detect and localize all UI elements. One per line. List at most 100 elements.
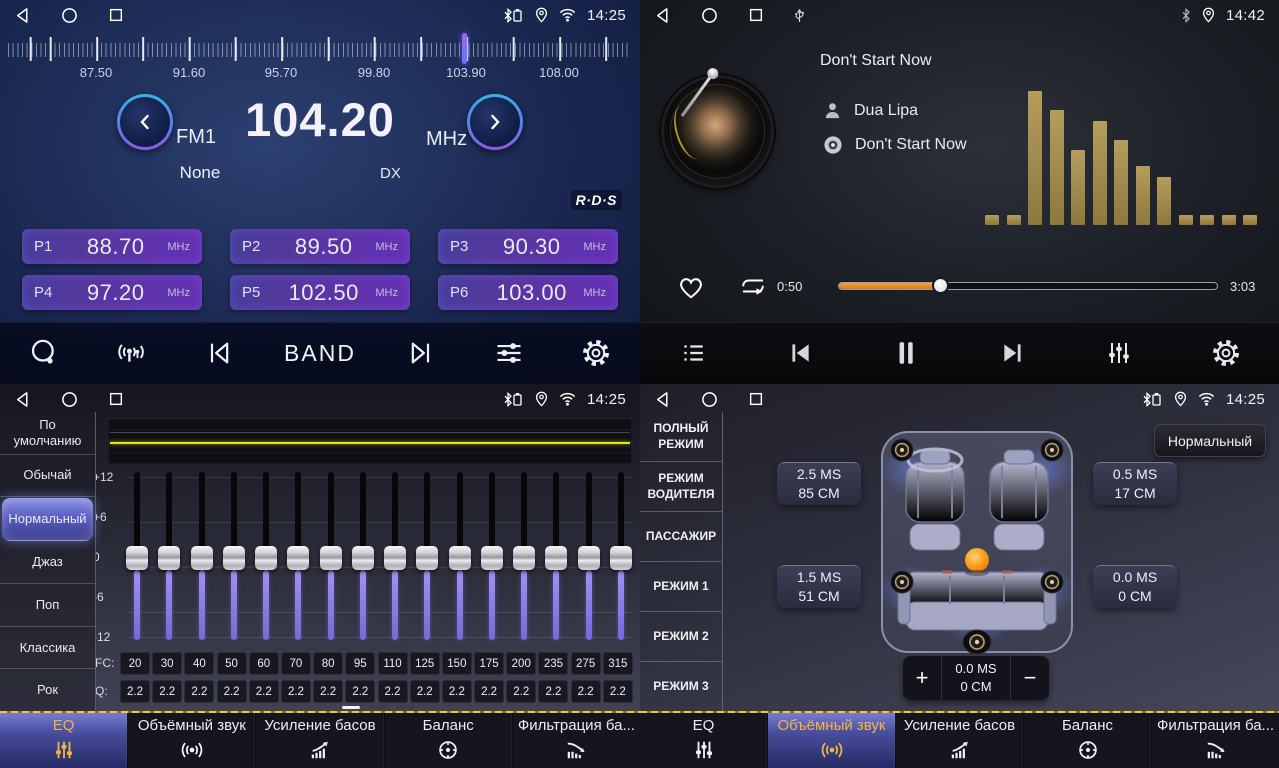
eq-band-slider[interactable] — [610, 472, 632, 644]
home-button[interactable] — [701, 391, 718, 408]
tab-surround[interactable]: Объёмный звук — [128, 713, 256, 768]
frequency-ruler[interactable] — [8, 36, 630, 62]
eq-band-slider[interactable] — [287, 472, 309, 644]
eq-band-fc[interactable]: 95 — [345, 652, 375, 675]
dx-mode-label[interactable]: DX — [380, 165, 401, 182]
delay-rear-left[interactable]: 1.5 MS 51 CM — [777, 565, 861, 608]
eq-band-fc[interactable]: 235 — [538, 652, 568, 675]
previous-track-button[interactable] — [778, 340, 822, 366]
broadcast-antenna-button[interactable] — [109, 339, 153, 367]
eq-band-slider[interactable] — [191, 472, 213, 644]
favorite-button[interactable] — [676, 272, 706, 305]
settings-gear-button[interactable] — [574, 338, 618, 368]
eq-band-fc[interactable]: 200 — [506, 652, 536, 675]
recents-button[interactable] — [748, 391, 764, 407]
tab-filter[interactable]: Фильтрация ба... — [1152, 713, 1279, 768]
eq-band-q[interactable]: 2.2 — [281, 680, 311, 703]
home-button[interactable] — [61, 391, 78, 408]
tab-filter[interactable]: Фильтрация ба... — [513, 713, 640, 768]
eq-band-q[interactable]: 2.2 — [184, 680, 214, 703]
preset-button-3[interactable]: P390.30MHz — [438, 229, 618, 264]
home-button[interactable] — [701, 7, 718, 24]
scan-button[interactable] — [22, 338, 66, 368]
seek-bar[interactable] — [838, 282, 1218, 290]
equalizer-button[interactable] — [1097, 339, 1141, 367]
sound-preset-button[interactable]: Нормальный — [1154, 424, 1266, 457]
eq-band-q[interactable]: 2.2 — [345, 680, 375, 703]
preset-button-6[interactable]: P6103.00MHz — [438, 275, 618, 310]
eq-band-q[interactable]: 2.2 — [249, 680, 279, 703]
eq-slider-knob[interactable] — [481, 546, 503, 570]
tab-surround[interactable]: Объёмный звук — [768, 713, 896, 768]
eq-preset-default[interactable]: По умолчанию — [0, 412, 95, 455]
eq-band-fc[interactable]: 315 — [603, 652, 633, 675]
mode-passenger[interactable]: ПАССАЖИР — [640, 512, 722, 562]
back-button[interactable] — [654, 7, 671, 24]
eq-band-q[interactable]: 2.2 — [120, 680, 150, 703]
eq-band-fc[interactable]: 175 — [474, 652, 504, 675]
eq-slider-knob[interactable] — [610, 546, 632, 570]
recents-button[interactable] — [748, 7, 764, 23]
previous-station-button[interactable] — [197, 339, 241, 367]
tab-balance[interactable]: Баланс — [1024, 713, 1152, 768]
eq-band-fc[interactable]: 80 — [313, 652, 343, 675]
eq-slider-knob[interactable] — [352, 546, 374, 570]
eq-slider-knob[interactable] — [126, 546, 148, 570]
eq-slider-knob[interactable] — [255, 546, 277, 570]
tune-down-button[interactable] — [117, 94, 173, 150]
eq-band-q[interactable]: 2.2 — [442, 680, 472, 703]
recents-button[interactable] — [108, 7, 124, 23]
mode-1[interactable]: РЕЖИМ 1 — [640, 562, 722, 612]
eq-band-fc[interactable]: 70 — [281, 652, 311, 675]
eq-slider-knob[interactable] — [158, 546, 180, 570]
eq-band-slider[interactable] — [384, 472, 406, 644]
eq-preset-custom[interactable]: Обычай — [0, 455, 95, 498]
album-art[interactable] — [664, 78, 771, 185]
tab-eq[interactable]: EQ — [640, 713, 768, 768]
mode-full[interactable]: ПОЛНЫЙ РЕЖИМ — [640, 412, 722, 462]
eq-band-slider[interactable] — [481, 472, 503, 644]
eq-band-slider[interactable] — [513, 472, 535, 644]
eq-band-slider[interactable] — [126, 472, 148, 644]
seek-bar-knob[interactable] — [932, 277, 949, 294]
eq-band-q[interactable]: 2.2 — [313, 680, 343, 703]
eq-band-fc[interactable]: 40 — [184, 652, 214, 675]
eq-slider-knob[interactable] — [191, 546, 213, 570]
eq-slider-knob[interactable] — [320, 546, 342, 570]
pause-button[interactable] — [884, 339, 928, 367]
eq-band-slider[interactable] — [352, 472, 374, 644]
eq-band-fc[interactable]: 50 — [217, 652, 247, 675]
preset-button-1[interactable]: P188.70MHz — [22, 229, 202, 264]
tab-bass-boost[interactable]: Усиление басов — [256, 713, 384, 768]
preset-button-4[interactable]: P497.20MHz — [22, 275, 202, 310]
eq-band-fc[interactable]: 150 — [442, 652, 472, 675]
eq-band-slider[interactable] — [255, 472, 277, 644]
delay-front-left[interactable]: 2.5 MS 85 CM — [777, 462, 861, 505]
eq-slider-knob[interactable] — [416, 546, 438, 570]
eq-slider-knob[interactable] — [578, 546, 600, 570]
delay-rear-right[interactable]: 0.0 MS 0 CM — [1093, 565, 1177, 608]
eq-band-fc[interactable]: 125 — [410, 652, 440, 675]
eq-band-slider[interactable] — [320, 472, 342, 644]
eq-preset-classic[interactable]: Классика — [0, 627, 95, 670]
eq-band-slider[interactable] — [449, 472, 471, 644]
preset-button-5[interactable]: P5102.50MHz — [230, 275, 410, 310]
eq-slider-knob[interactable] — [449, 546, 471, 570]
eq-band-q[interactable]: 2.2 — [378, 680, 408, 703]
audio-settings-button[interactable] — [487, 339, 531, 367]
eq-preset-normal[interactable]: Нормальный — [2, 498, 93, 541]
eq-slider-knob[interactable] — [545, 546, 567, 570]
eq-band-slider[interactable] — [158, 472, 180, 644]
eq-slider-knob[interactable] — [223, 546, 245, 570]
tab-bass-boost[interactable]: Усиление басов — [896, 713, 1024, 768]
eq-band-q[interactable]: 2.2 — [152, 680, 182, 703]
delay-decrease-button[interactable]: − — [1011, 656, 1049, 700]
tab-eq[interactable]: EQ — [0, 713, 128, 768]
back-button[interactable] — [14, 7, 31, 24]
tune-up-button[interactable] — [467, 94, 523, 150]
eq-band-fc[interactable]: 110 — [378, 652, 408, 675]
next-track-button[interactable] — [991, 340, 1035, 366]
eq-band-fc[interactable]: 20 — [120, 652, 150, 675]
eq-band-fc[interactable]: 60 — [249, 652, 279, 675]
playlist-button[interactable] — [671, 340, 715, 366]
